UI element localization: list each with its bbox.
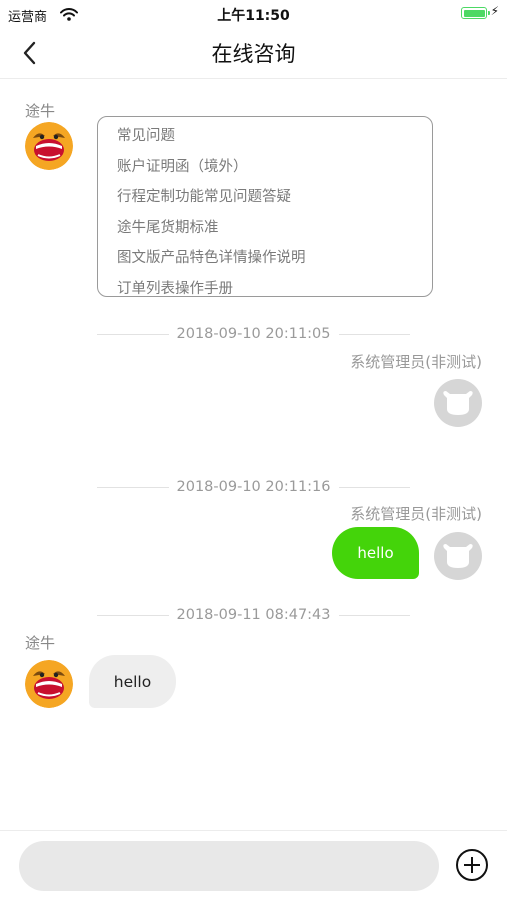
cow-placeholder-icon <box>443 544 473 568</box>
timestamp-label: 2018-09-11 08:47:43 <box>176 607 331 623</box>
battery-icon <box>461 7 490 19</box>
tuniu-mascot-icon <box>25 122 73 170</box>
timestamp-label: 2018-09-10 20:11:16 <box>176 479 331 495</box>
nav-bar: 在线咨询 <box>0 28 507 79</box>
status-time: 上午11:50 <box>217 8 290 24</box>
faq-item-itinerary-custom[interactable]: 行程定制功能常见问题答疑 <box>98 182 432 213</box>
incoming-message-bubble[interactable]: hello <box>89 655 176 708</box>
message-input[interactable] <box>19 841 439 891</box>
admin-avatar[interactable] <box>434 379 482 427</box>
faq-item-product-features[interactable]: 图文版产品特色详情操作说明 <box>98 243 432 274</box>
charging-icon: ⚡ <box>490 4 499 18</box>
sender-name-bot: 途牛 <box>25 102 56 120</box>
faq-message-card: 常见问题 账户证明函（境外） 行程定制功能常见问题答疑 途牛尾货期标准 图文版产… <box>97 116 433 297</box>
sender-name-admin: 系统管理员(非测试) <box>350 505 482 523</box>
sender-name-admin: 系统管理员(非测试) <box>350 353 482 371</box>
timestamp-label: 2018-09-10 20:11:05 <box>176 326 331 342</box>
tuniu-mascot-icon <box>25 660 73 708</box>
status-bar: 运营商 上午11:50 ⚡ <box>0 0 507 28</box>
timestamp-separator: 2018-09-10 20:11:16 <box>97 477 410 497</box>
outgoing-message-bubble[interactable]: hello <box>332 527 419 579</box>
input-bar <box>0 830 507 901</box>
faq-item-account-certificate[interactable]: 账户证明函（境外） <box>98 152 432 183</box>
bot-avatar[interactable] <box>25 660 73 708</box>
cow-placeholder-icon <box>443 391 473 415</box>
bot-avatar[interactable] <box>25 122 73 170</box>
timestamp-separator: 2018-09-10 20:11:05 <box>97 324 410 344</box>
add-attachment-button[interactable] <box>454 847 490 883</box>
admin-avatar[interactable] <box>434 532 482 580</box>
faq-item-tail-goods[interactable]: 途牛尾货期标准 <box>98 213 432 244</box>
timestamp-separator: 2018-09-11 08:47:43 <box>97 605 410 625</box>
sender-name-bot: 途牛 <box>25 634 56 652</box>
faq-item-common-questions[interactable]: 常见问题 <box>98 121 432 152</box>
page-title: 在线咨询 <box>211 42 296 66</box>
faq-item-order-manual[interactable]: 订单列表操作手册 <box>98 274 432 305</box>
